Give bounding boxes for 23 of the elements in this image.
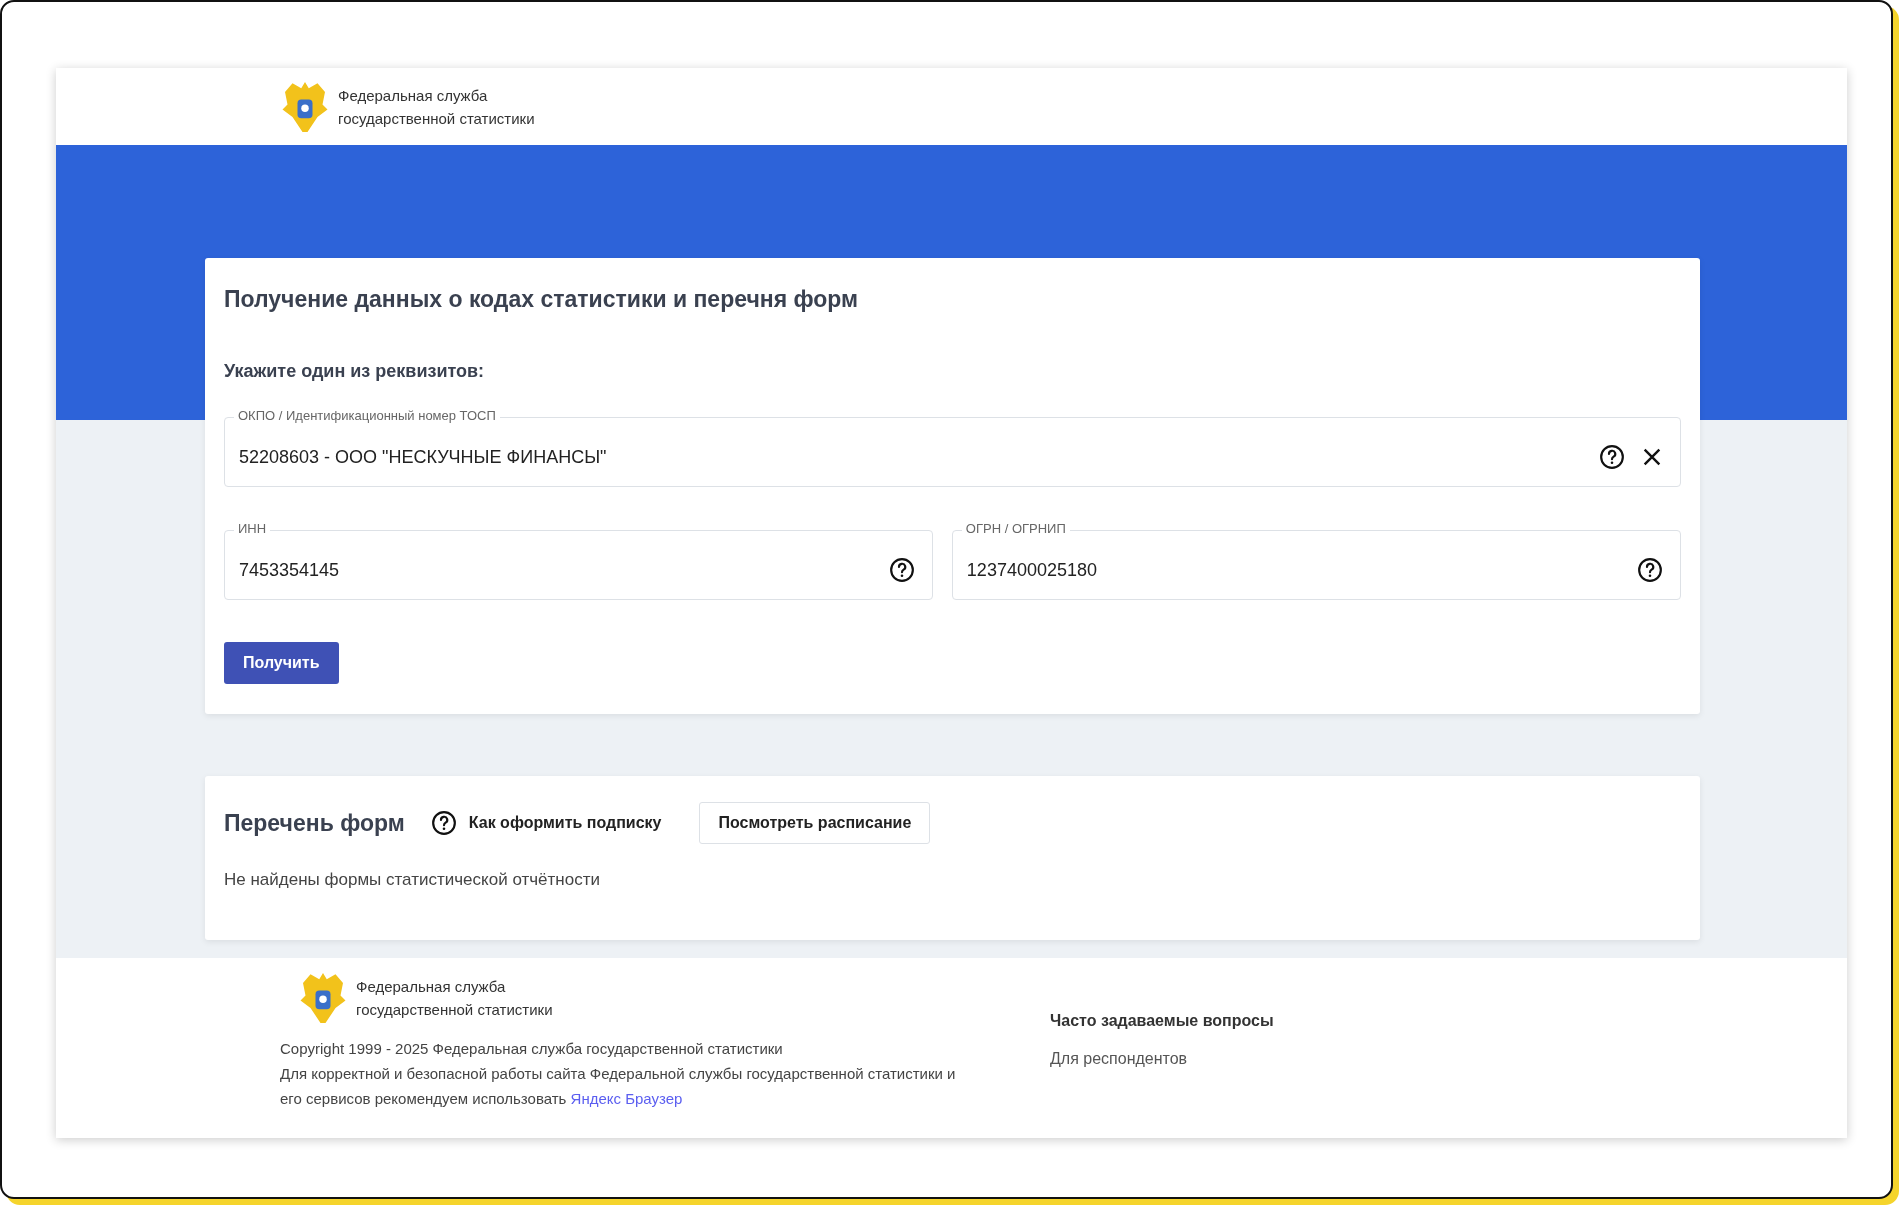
help-icon[interactable] [888, 557, 915, 583]
subscribe-link[interactable]: Как оформить подписку [468, 814, 662, 832]
footer-link[interactable]: Для респондентов [1050, 1050, 1274, 1068]
browser-link[interactable]: Яндекс Браузер [570, 1090, 683, 1107]
browser-notice: Для корректной и безопасной работы сайта Федеральной службы государственной статистики и его сервисов рекомендуем использовать Яндекс Браузер [280, 1064, 957, 1109]
close-icon[interactable] [1641, 446, 1663, 468]
logo-text: Федеральная служба государственной статистики [356, 977, 553, 1020]
schedule-button[interactable]: Посмотреть расписание [699, 802, 931, 844]
field-label: ОКПО / Идентификационный номер ТОСП [234, 408, 500, 424]
card-title: Получение данных о кодах статистики и перечня форм [224, 286, 860, 313]
section-title: Перечень форм [224, 809, 405, 837]
form-subtitle: Укажите один из реквизитов: [224, 361, 486, 382]
input-field[interactable]: ОГРН / ОГРНИП 1237400025180 [951, 521, 1681, 600]
input-field[interactable]: ОКПО / Идентификационный номер ТОСП 52208603 - ООО "НЕСКУЧНЫЕ ФИНАНСЫ" [224, 408, 1681, 487]
copyright-text: Copyright 1999 - 2025 Федеральная служба государственной статистики [280, 1039, 784, 1059]
input-field[interactable]: ИНН 7453354145 [224, 521, 933, 600]
help-icon[interactable] [430, 810, 457, 836]
faq-title: Часто задаваемые вопросы [1050, 1012, 1274, 1030]
help-icon[interactable] [1637, 557, 1663, 583]
help-icon[interactable] [1599, 444, 1625, 470]
logo-text: Федеральная служба государственной статистики [338, 85, 535, 129]
submit-button[interactable]: Получить [224, 642, 339, 684]
empty-message: Не найдены формы статистической отчётности [224, 870, 601, 890]
